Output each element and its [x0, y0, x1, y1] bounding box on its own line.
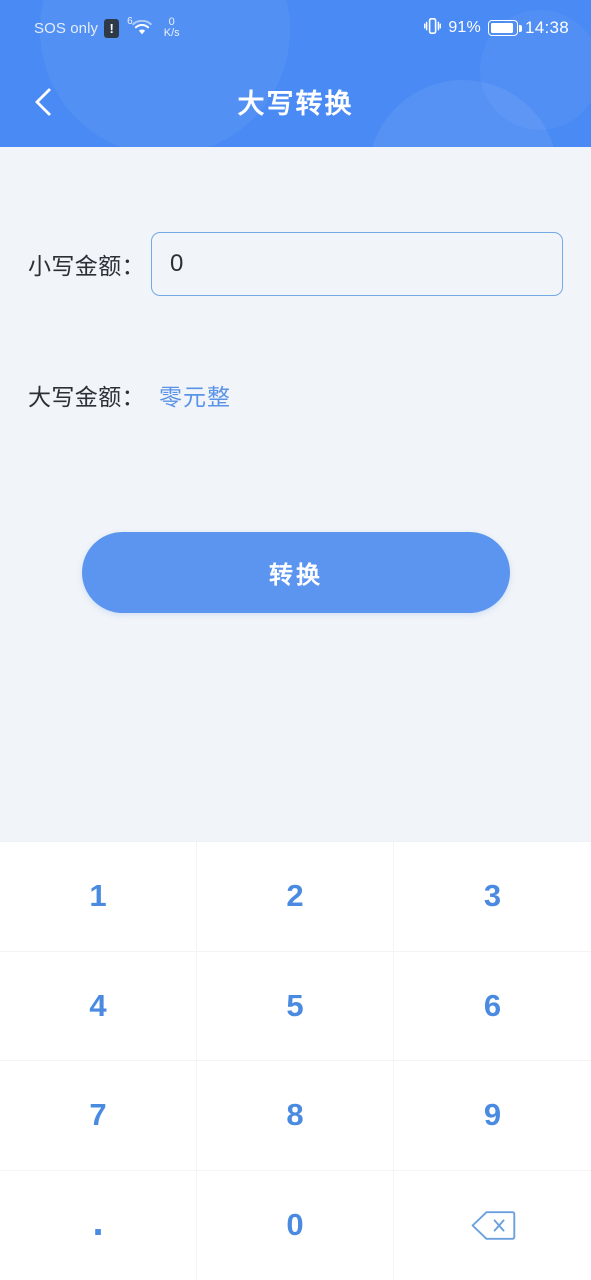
battery-percentage: 91%: [448, 19, 481, 36]
key-6[interactable]: 6: [394, 951, 591, 1061]
uppercase-amount-row: 大写金额： 零元整: [0, 375, 591, 415]
wifi-generation-label: 6: [127, 16, 133, 27]
battery-fill: [490, 23, 513, 33]
key-decimal[interactable]: .: [0, 1170, 197, 1280]
title-bar: 大写转换: [0, 56, 591, 147]
status-bar: SOS only ! 6 0 K/s 91% 14:38: [0, 0, 591, 56]
lowercase-amount-input[interactable]: [151, 232, 563, 296]
key-3[interactable]: 3: [394, 842, 591, 952]
status-bar-right: 91% 14:38: [424, 17, 569, 40]
key-2[interactable]: 2: [197, 842, 394, 952]
key-8[interactable]: 8: [197, 1061, 394, 1171]
key-7[interactable]: 7: [0, 1061, 197, 1171]
chevron-left-icon: [34, 87, 64, 116]
vibrate-icon: [424, 17, 442, 40]
network-speed: 0 K/s: [163, 16, 180, 39]
back-button[interactable]: [18, 74, 74, 130]
key-0[interactable]: 0: [197, 1170, 394, 1280]
lowercase-amount-row: 小写金额：: [0, 232, 591, 296]
app-screen: SOS only ! 6 0 K/s 91% 14:38 大写转换 小写金额： …: [0, 0, 591, 1280]
convert-button[interactable]: 转换: [82, 532, 510, 613]
key-4[interactable]: 4: [0, 951, 197, 1061]
backspace-icon: [471, 1211, 515, 1240]
status-bar-left: SOS only ! 6 0 K/s: [34, 16, 180, 39]
page-title: 大写转换: [237, 89, 354, 119]
carrier-label: SOS only: [34, 19, 99, 37]
key-5[interactable]: 5: [197, 951, 394, 1061]
clock: 14:38: [524, 18, 569, 37]
uppercase-amount-label: 大写金额：: [28, 384, 145, 410]
uppercase-amount-value: 零元整: [159, 384, 231, 410]
key-9[interactable]: 9: [394, 1061, 591, 1171]
alert-icon: !: [104, 18, 120, 38]
main-content: 小写金额： 大写金额： 零元整 转换: [0, 147, 591, 841]
key-1[interactable]: 1: [0, 842, 197, 952]
network-speed-unit: K/s: [163, 27, 180, 39]
battery-icon: [487, 20, 522, 36]
wifi-icon: 6: [127, 16, 152, 36]
lowercase-amount-label: 小写金额：: [28, 253, 145, 279]
numeric-keypad: 1 2 3 4 5 6 7 8 9 . 0: [0, 841, 591, 1280]
app-header: SOS only ! 6 0 K/s 91% 14:38 大写转换: [0, 0, 591, 147]
key-backspace[interactable]: [394, 1170, 591, 1280]
